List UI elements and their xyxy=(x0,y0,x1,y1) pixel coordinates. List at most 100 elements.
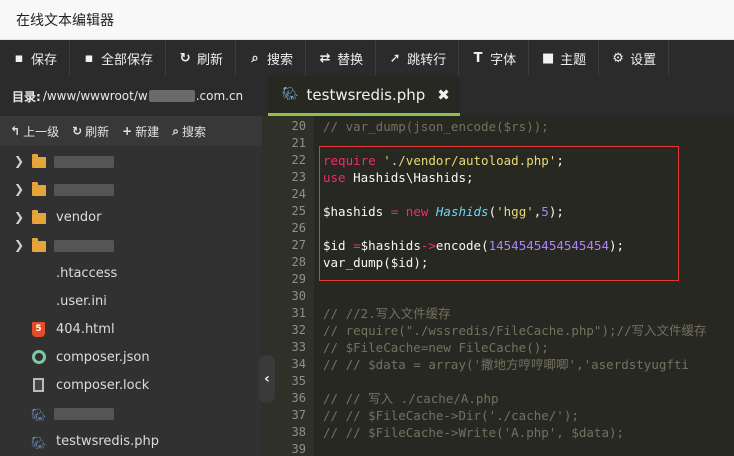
code-line: 23 use Hashids\Hashids; xyxy=(262,169,734,186)
toolbar-button-replace[interactable]: ⇄ 替换 xyxy=(306,40,377,76)
sidebar-button-label: 上一级 xyxy=(23,124,60,139)
close-icon[interactable]: ✖ xyxy=(437,86,450,104)
tree-file[interactable]: composer.json xyxy=(0,344,262,372)
composer-icon xyxy=(32,350,46,364)
toolbar-button-gear[interactable]: ⚙ 设置 xyxy=(599,40,670,76)
code-text: // $FileCache=new FileCache(); xyxy=(323,339,549,356)
code-text: $hashids = new Hashids('hgg',5); xyxy=(323,203,564,220)
file-sidebar: 目录: /www/wwwroot/w .com.cn ↰ 上一级 ↻ 刷新 + 新建 ⌕ 搜索… xyxy=(0,76,262,456)
title-bar: 在线文本编辑器 xyxy=(0,0,734,40)
code-text: // // $FileCache->Dir('./cache/'); xyxy=(323,407,579,424)
directory-path: 目录: /www/wwwroot/w .com.cn xyxy=(0,76,262,116)
toolbar-button-theme[interactable]: ■ 主题 xyxy=(529,40,600,76)
tree-folder[interactable]: ❯ xyxy=(0,232,262,260)
redacted-text xyxy=(54,408,114,420)
code-line: 27 $id =$hashids->encode(1454545454545454… xyxy=(262,237,734,254)
tab-testwsredis[interactable]: 🐘︎ testwsredis.php ✖ xyxy=(268,76,460,116)
redacted-text xyxy=(54,240,114,252)
code-line: 24 xyxy=(262,186,734,203)
code-token: // // $FileCache->Write('A.php', $data); xyxy=(323,425,625,440)
sidebar-button-search[interactable]: ⌕ 搜索 xyxy=(172,123,206,140)
folder-icon xyxy=(32,154,46,168)
code-token: encode( xyxy=(435,238,489,253)
redacted-text xyxy=(54,156,114,168)
toolbar-button-label: 搜索 xyxy=(267,52,294,68)
plus-icon: + xyxy=(122,124,133,138)
code-token: ; xyxy=(556,153,564,168)
code-token: $hashids xyxy=(323,204,384,219)
line-number: 33 xyxy=(291,340,306,354)
file-tree: ❯ ❯ ❯ vendor ❯ .htaccess .user.ini 5 404.html com… xyxy=(0,148,262,456)
sidebar-button-refresh[interactable]: ↻ 刷新 xyxy=(72,123,109,140)
line-number: 21 xyxy=(291,136,306,150)
toolbar-button-label: 刷新 xyxy=(197,52,224,68)
tab-bar: 🐘︎ testwsredis.php ✖ xyxy=(262,76,734,116)
code-token: // var_dump(json_encode($rs)); xyxy=(323,119,549,134)
code-token: require xyxy=(323,153,384,168)
chevron-right-icon[interactable]: ❯ xyxy=(14,154,24,168)
code-text: // // $data = array('撒地方哼哼唧唧','aserdstyu… xyxy=(323,356,689,373)
code-token: ); xyxy=(413,255,429,270)
toolbar-button-save-all[interactable]: ▪ 全部保存 xyxy=(70,40,167,76)
line-number: 26 xyxy=(291,221,306,235)
sidebar-button-up-level[interactable]: ↰ 上一级 xyxy=(10,123,59,140)
tree-folder[interactable]: ❯ xyxy=(0,148,262,176)
tree-file[interactable]: 5 404.html xyxy=(0,316,262,344)
collapse-sidebar-button[interactable]: ‹ xyxy=(259,355,275,403)
code-token: // // $FileCache->Dir('./cache/'); xyxy=(323,408,579,423)
directory-label: 目录: xyxy=(12,89,41,104)
code-text: require './vendor/autoload.php'; xyxy=(323,152,564,169)
chevron-right-icon[interactable]: ❯ xyxy=(14,210,24,224)
code-token: // $FileCache=new FileCache(); xyxy=(323,340,549,355)
code-token: // //2.写入文件缓存 xyxy=(323,306,451,321)
chevron-right-icon[interactable]: ❯ xyxy=(14,238,24,252)
tree-folder[interactable]: ❯ vendor xyxy=(0,204,262,232)
refresh-icon: ↻ xyxy=(179,50,191,66)
toolbar-button-save[interactable]: ▪ 保存 xyxy=(0,40,71,76)
code-token: // // 写入 ./cache/A.php xyxy=(323,391,499,406)
theme-icon: ■ xyxy=(541,50,555,66)
code-text: // //2.写入文件缓存 xyxy=(323,305,451,322)
code-line: 37 // // $FileCache->Dir('./cache/'); xyxy=(262,407,734,424)
code-token: var_dump( xyxy=(323,255,391,270)
code-line: 26 xyxy=(262,220,734,237)
code-editor[interactable]: 20 // var_dump(json_encode($rs)); 21 22 requ… xyxy=(262,116,734,456)
toolbar-button-label: 字体 xyxy=(490,52,517,68)
toolbar-button-jump[interactable]: ➚ 跳转行 xyxy=(376,40,460,76)
code-line: 30 xyxy=(262,288,734,305)
tree-file[interactable]: 🐘︎ testwsredis.php xyxy=(0,428,262,456)
tree-file[interactable]: 🐘︎ xyxy=(0,400,262,428)
tree-item-label: composer.lock xyxy=(56,378,150,393)
php-file-icon: 🐘︎ xyxy=(31,408,47,422)
folder-icon xyxy=(32,238,46,252)
line-number: 30 xyxy=(291,289,306,303)
sidebar-button-plus[interactable]: + 新建 xyxy=(122,123,159,140)
toolbar-button-refresh[interactable]: ↻ 刷新 xyxy=(166,40,237,76)
up-level-icon: ↰ xyxy=(10,124,21,138)
chevron-right-icon[interactable]: ❯ xyxy=(14,182,24,196)
code-text: $id =$hashids->encode(1454545454545454); xyxy=(323,237,624,254)
toolbar-button-label: 保存 xyxy=(31,52,58,68)
redacted-text xyxy=(148,90,195,102)
refresh-icon: ↻ xyxy=(72,124,83,138)
toolbar: ▪ 保存 ▪ 全部保存 ↻ 刷新 ⌕ 搜索 ⇄ 替换 ➚ 跳转行 T 字体 ■ 主题 ⚙ 设置 xyxy=(0,40,734,76)
toolbar-button-label: 全部保存 xyxy=(101,52,154,68)
toolbar-button-label: 跳转行 xyxy=(407,52,447,68)
line-number: 23 xyxy=(291,170,306,184)
line-number: 39 xyxy=(291,442,306,456)
code-token: ); xyxy=(609,238,625,253)
toolbar-button-search[interactable]: ⌕ 搜索 xyxy=(236,40,307,76)
line-number: 37 xyxy=(291,408,306,422)
tree-folder[interactable]: ❯ xyxy=(0,176,262,204)
tree-file[interactable]: .user.ini xyxy=(0,288,262,316)
line-number: 24 xyxy=(291,187,306,201)
code-token: 1454545454545454 xyxy=(488,238,610,253)
tree-file[interactable]: .htaccess xyxy=(0,260,262,288)
code-line: 32 // require("./wssredis/FileCache.php")… xyxy=(262,322,734,339)
tree-file[interactable]: composer.lock xyxy=(0,372,262,400)
code-token: // require("./wssredis/FileCache.php");/… xyxy=(323,323,707,338)
code-text: use Hashids\Hashids; xyxy=(323,169,474,186)
document-icon xyxy=(33,378,44,392)
toolbar-button-font[interactable]: T 字体 xyxy=(459,40,530,76)
code-token: $id xyxy=(323,238,354,253)
